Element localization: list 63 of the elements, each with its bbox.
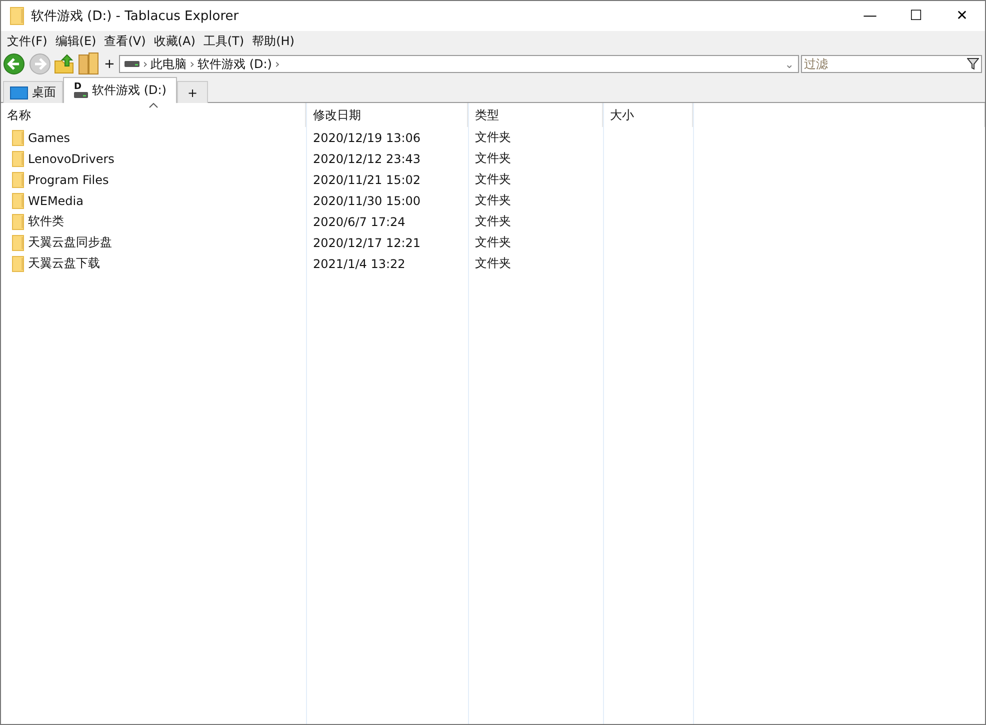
file-name[interactable]: 软件类 bbox=[28, 213, 64, 230]
table-cell: 文件夹 bbox=[475, 129, 511, 146]
folder-icon bbox=[12, 214, 24, 230]
table-cell: 2020/12/12 23:43 bbox=[313, 152, 421, 166]
breadcrumb[interactable]: 软件游戏 (D:) bbox=[198, 56, 272, 72]
back-button[interactable] bbox=[2, 52, 26, 76]
breadcrumb[interactable]: 此电脑 bbox=[150, 56, 187, 72]
table-cell: 2020/11/21 15:02 bbox=[313, 172, 421, 186]
desktop-icon bbox=[10, 86, 28, 100]
folder-icon bbox=[12, 150, 24, 166]
folder-icon bbox=[12, 172, 24, 188]
window-title: 软件游戏 (D:) - Tablacus Explorer bbox=[31, 8, 239, 25]
add-text[interactable]: + bbox=[104, 56, 115, 72]
table-cell: 文件夹 bbox=[475, 171, 511, 188]
file-name[interactable]: Program Files bbox=[28, 172, 109, 186]
minimize-button[interactable]: — bbox=[847, 1, 893, 31]
table-cell: 文件夹 bbox=[475, 213, 511, 230]
table-cell: 2020/12/19 13:06 bbox=[313, 130, 421, 144]
table-cell: 2020/12/17 12:21 bbox=[313, 236, 421, 250]
table-cell: 文件夹 bbox=[475, 150, 511, 167]
breadcrumb-separator: › bbox=[190, 57, 195, 71]
menu-item[interactable]: 帮助(H) bbox=[248, 33, 298, 50]
folder-icon bbox=[12, 256, 24, 272]
column-header[interactable]: 修改日期 bbox=[307, 103, 468, 127]
table-cell: 2020/11/30 15:00 bbox=[313, 194, 421, 208]
menu-item[interactable]: 编辑(E) bbox=[51, 33, 100, 50]
file-name[interactable]: LenovoDrivers bbox=[28, 152, 114, 166]
maximize-button[interactable]: ☐ bbox=[893, 1, 939, 31]
file-name[interactable]: WEMedia bbox=[28, 194, 84, 208]
column-header[interactable]: 大小 bbox=[604, 103, 693, 127]
breadcrumb-separator: › bbox=[275, 57, 280, 71]
column-header[interactable]: 类型 bbox=[469, 103, 603, 127]
table-cell: 2020/6/7 17:24 bbox=[313, 214, 406, 228]
folder-icon bbox=[12, 130, 24, 146]
menu-item[interactable]: 收藏(A) bbox=[150, 33, 200, 50]
drive-icon bbox=[124, 60, 140, 68]
up-folder-icon[interactable] bbox=[54, 53, 76, 75]
column-header[interactable]: 名称 bbox=[1, 103, 306, 127]
breadcrumb-separator: › bbox=[142, 57, 148, 71]
menu-item[interactable]: 工具(T) bbox=[199, 33, 248, 50]
menu-item[interactable]: 查看(V) bbox=[100, 33, 150, 50]
drive-letter: D bbox=[74, 83, 82, 92]
folder-icon bbox=[10, 7, 24, 25]
file-name[interactable]: 天翼云盘下载 bbox=[28, 255, 100, 272]
tab[interactable]: D 软件游戏 (D:) bbox=[63, 77, 178, 103]
folder-icon bbox=[12, 234, 24, 250]
table-cell: 文件夹 bbox=[475, 234, 511, 251]
file-name[interactable]: 天翼云盘同步盘 bbox=[28, 234, 112, 251]
new-tab-button[interactable]: + bbox=[177, 81, 208, 103]
filter-icon[interactable] bbox=[967, 58, 979, 70]
address-bar[interactable]: › 此电脑 › 软件游戏 (D:) › ⌄ bbox=[118, 55, 799, 73]
drive-icon bbox=[74, 92, 88, 98]
close-button[interactable]: ✕ bbox=[939, 1, 985, 31]
dropdown-arrow[interactable]: ⌄ bbox=[784, 58, 794, 70]
file-name[interactable]: Games bbox=[28, 130, 70, 144]
table-cell: 2021/1/4 13:22 bbox=[313, 256, 406, 270]
folder-icon bbox=[12, 192, 24, 208]
filter-field[interactable]: 过滤 bbox=[800, 55, 982, 73]
table-cell: 文件夹 bbox=[475, 255, 511, 272]
folders-icon[interactable] bbox=[78, 52, 100, 76]
tab[interactable]: 桌面 bbox=[3, 81, 63, 103]
menu-item[interactable]: 文件(F) bbox=[3, 33, 52, 50]
table-cell: 文件夹 bbox=[475, 192, 511, 209]
